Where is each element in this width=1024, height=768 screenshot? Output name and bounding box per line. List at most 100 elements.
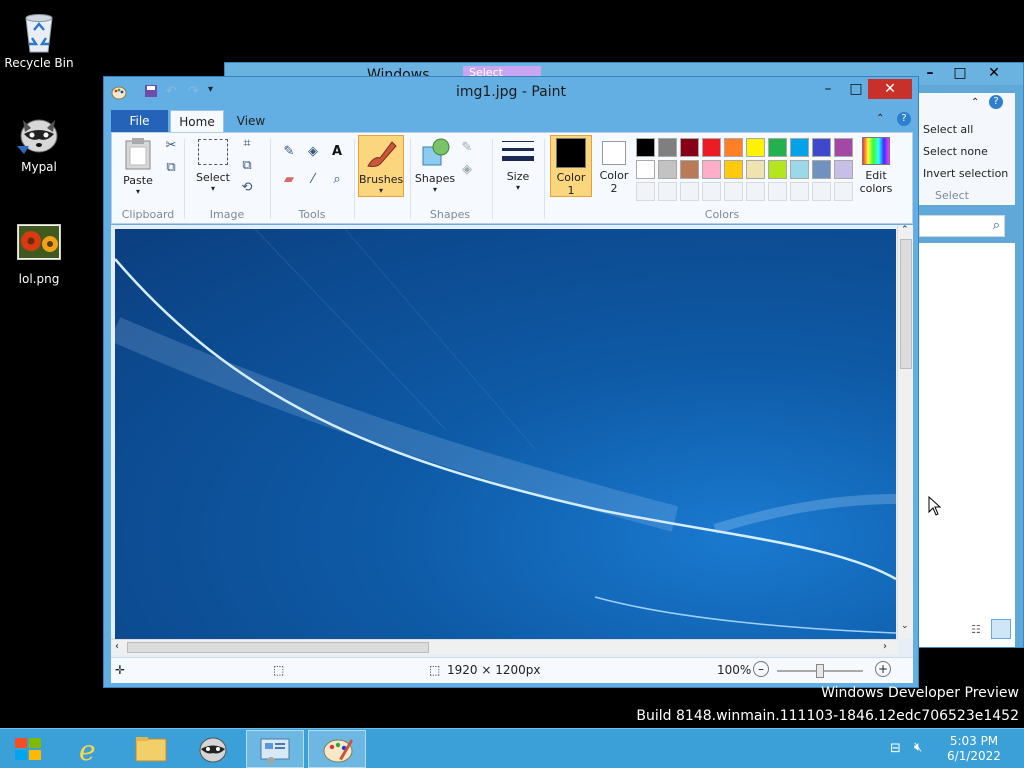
copy-icon[interactable]: ⧉ <box>162 159 180 177</box>
maximize-button[interactable]: □ <box>945 63 975 83</box>
palette-swatch[interactable] <box>790 138 809 157</box>
palette-swatch[interactable] <box>834 160 853 179</box>
crop-icon[interactable]: ⌗ <box>238 135 256 153</box>
edit-colors-button[interactable]: Edit colors <box>854 137 898 195</box>
palette-swatch[interactable] <box>768 160 787 179</box>
custom-color-slot[interactable] <box>658 182 677 201</box>
rotate-icon[interactable]: ⟲ <box>238 179 256 197</box>
taskbar-file-explorer[interactable] <box>122 730 180 768</box>
custom-color-slot[interactable] <box>746 182 765 201</box>
scroll-left-icon[interactable]: ‹ <box>115 641 119 652</box>
select-button[interactable]: Select ▾ <box>192 137 234 193</box>
size-button[interactable]: Size ▾ <box>498 139 538 192</box>
palette-swatch[interactable] <box>834 138 853 157</box>
desktop-icon-recycle-bin[interactable]: Recycle Bin <box>1 8 77 70</box>
magnifier-icon[interactable]: ⌕ <box>328 171 346 189</box>
invert-selection-button[interactable]: Invert selection <box>923 167 1008 180</box>
palette-swatch[interactable] <box>724 138 743 157</box>
pencil-icon[interactable]: ✎ <box>280 143 298 161</box>
tab-home[interactable]: Home <box>170 110 224 132</box>
zoom-in-button[interactable]: + <box>875 661 891 677</box>
taskbar-mypal[interactable] <box>184 730 242 768</box>
palette-swatch[interactable] <box>790 160 809 179</box>
palette-swatch[interactable] <box>680 138 699 157</box>
palette-swatch[interactable] <box>702 160 721 179</box>
search-box[interactable]: ⌕ <box>919 215 1005 237</box>
horizontal-scrollbar[interactable]: ‹ › <box>111 639 897 655</box>
fill-icon[interactable]: ◈ <box>304 143 322 161</box>
eraser-icon[interactable]: ▰ <box>280 171 298 189</box>
scroll-down-icon[interactable]: ⌄ <box>901 621 909 631</box>
paint-titlebar[interactable]: ↶ ↷ ▾ img1.jpg - Paint – □ ✕ <box>104 77 918 107</box>
zoom-slider[interactable] <box>777 664 863 678</box>
cut-icon[interactable]: ✂ <box>162 137 180 155</box>
custom-color-slot[interactable] <box>702 182 721 201</box>
vertical-scroll-thumb[interactable] <box>900 239 912 369</box>
custom-color-slot[interactable] <box>812 182 831 201</box>
palette-swatch[interactable] <box>702 138 721 157</box>
resize-icon[interactable]: ⧉ <box>238 157 256 175</box>
palette-swatch[interactable] <box>636 138 655 157</box>
select-all-button[interactable]: Select all <box>923 123 973 136</box>
palette-swatch[interactable] <box>812 138 831 157</box>
custom-color-slot[interactable] <box>724 182 743 201</box>
vertical-scrollbar[interactable]: ⌃ ⌄ <box>897 225 913 639</box>
volume-muted-icon[interactable]: 🔇︎ <box>914 740 922 755</box>
color-picker-icon[interactable]: ⁄ <box>304 171 322 189</box>
palette-swatch[interactable] <box>658 138 677 157</box>
palette-swatch[interactable] <box>746 160 765 179</box>
palette-swatch[interactable] <box>724 160 743 179</box>
palette-swatch[interactable] <box>812 160 831 179</box>
paint-window[interactable]: ↶ ↷ ▾ img1.jpg - Paint – □ ✕ File Home V… <box>103 76 919 688</box>
palette-swatch[interactable] <box>636 160 655 179</box>
mypal-raccoon-icon <box>199 737 227 763</box>
help-icon[interactable]: ? <box>897 112 911 126</box>
zoom-out-button[interactable]: – <box>753 661 769 677</box>
scroll-up-icon[interactable]: ⌃ <box>901 225 909 235</box>
group-divider <box>544 139 545 219</box>
clock[interactable]: 5:03 PM 6/1/2022 <box>946 734 1002 764</box>
image-canvas[interactable] <box>115 229 896 639</box>
close-button[interactable]: ✕ <box>979 63 1009 83</box>
desktop-icon-mypal[interactable]: Mypal <box>1 112 77 174</box>
text-icon[interactable]: A <box>328 143 346 161</box>
select-none-button[interactable]: Select none <box>923 145 988 158</box>
horizontal-scroll-thumb[interactable] <box>127 642 429 653</box>
taskbar-control-panel[interactable] <box>246 730 304 768</box>
shapes-button[interactable]: Shapes ▾ <box>414 137 456 194</box>
ribbon-minimize-icon[interactable]: ⌃ <box>876 113 884 124</box>
ribbon-collapse-icon[interactable]: ⌃ <box>971 97 979 108</box>
large-icons-view-icon[interactable] <box>991 619 1011 639</box>
minimize-button[interactable]: – <box>818 79 838 99</box>
custom-color-slot[interactable] <box>636 182 655 201</box>
custom-color-slot[interactable] <box>768 182 787 201</box>
zoom-slider-thumb[interactable] <box>816 664 824 678</box>
shape-fill-icon[interactable]: ◈ <box>458 161 476 179</box>
palette-swatch[interactable] <box>680 160 699 179</box>
custom-color-slot[interactable] <box>790 182 809 201</box>
taskbar-paint[interactable] <box>308 730 366 768</box>
details-view-icon[interactable]: ☷ <box>971 623 987 637</box>
custom-color-slot[interactable] <box>834 182 853 201</box>
custom-color-slot[interactable] <box>680 182 699 201</box>
scroll-right-icon[interactable]: › <box>883 641 887 652</box>
selection-size-icon: ⬚ <box>273 663 285 677</box>
tab-file[interactable]: File <box>111 110 168 132</box>
color1-button[interactable]: Color 1 <box>550 135 592 197</box>
color2-button[interactable]: Color 2 <box>594 135 634 195</box>
tab-view[interactable]: View <box>229 110 273 132</box>
taskbar-internet-explorer[interactable]: e <box>62 730 120 768</box>
paste-button[interactable]: Paste ▾ <box>118 137 158 196</box>
palette-swatch[interactable] <box>768 138 787 157</box>
desktop-icon-lol-png[interactable]: lol.png <box>1 223 77 286</box>
maximize-button[interactable]: □ <box>846 79 866 99</box>
help-icon[interactable]: ? <box>989 95 1003 109</box>
palette-swatch[interactable] <box>658 160 677 179</box>
brushes-button[interactable]: Brushes ▾ <box>358 135 404 197</box>
network-icon[interactable]: ⊟ <box>890 741 901 756</box>
minimize-button[interactable]: – <box>915 63 945 83</box>
outline-icon[interactable]: ✎ <box>458 139 476 157</box>
palette-swatch[interactable] <box>746 138 765 157</box>
close-button[interactable]: ✕ <box>868 79 912 99</box>
start-button[interactable] <box>0 730 56 768</box>
